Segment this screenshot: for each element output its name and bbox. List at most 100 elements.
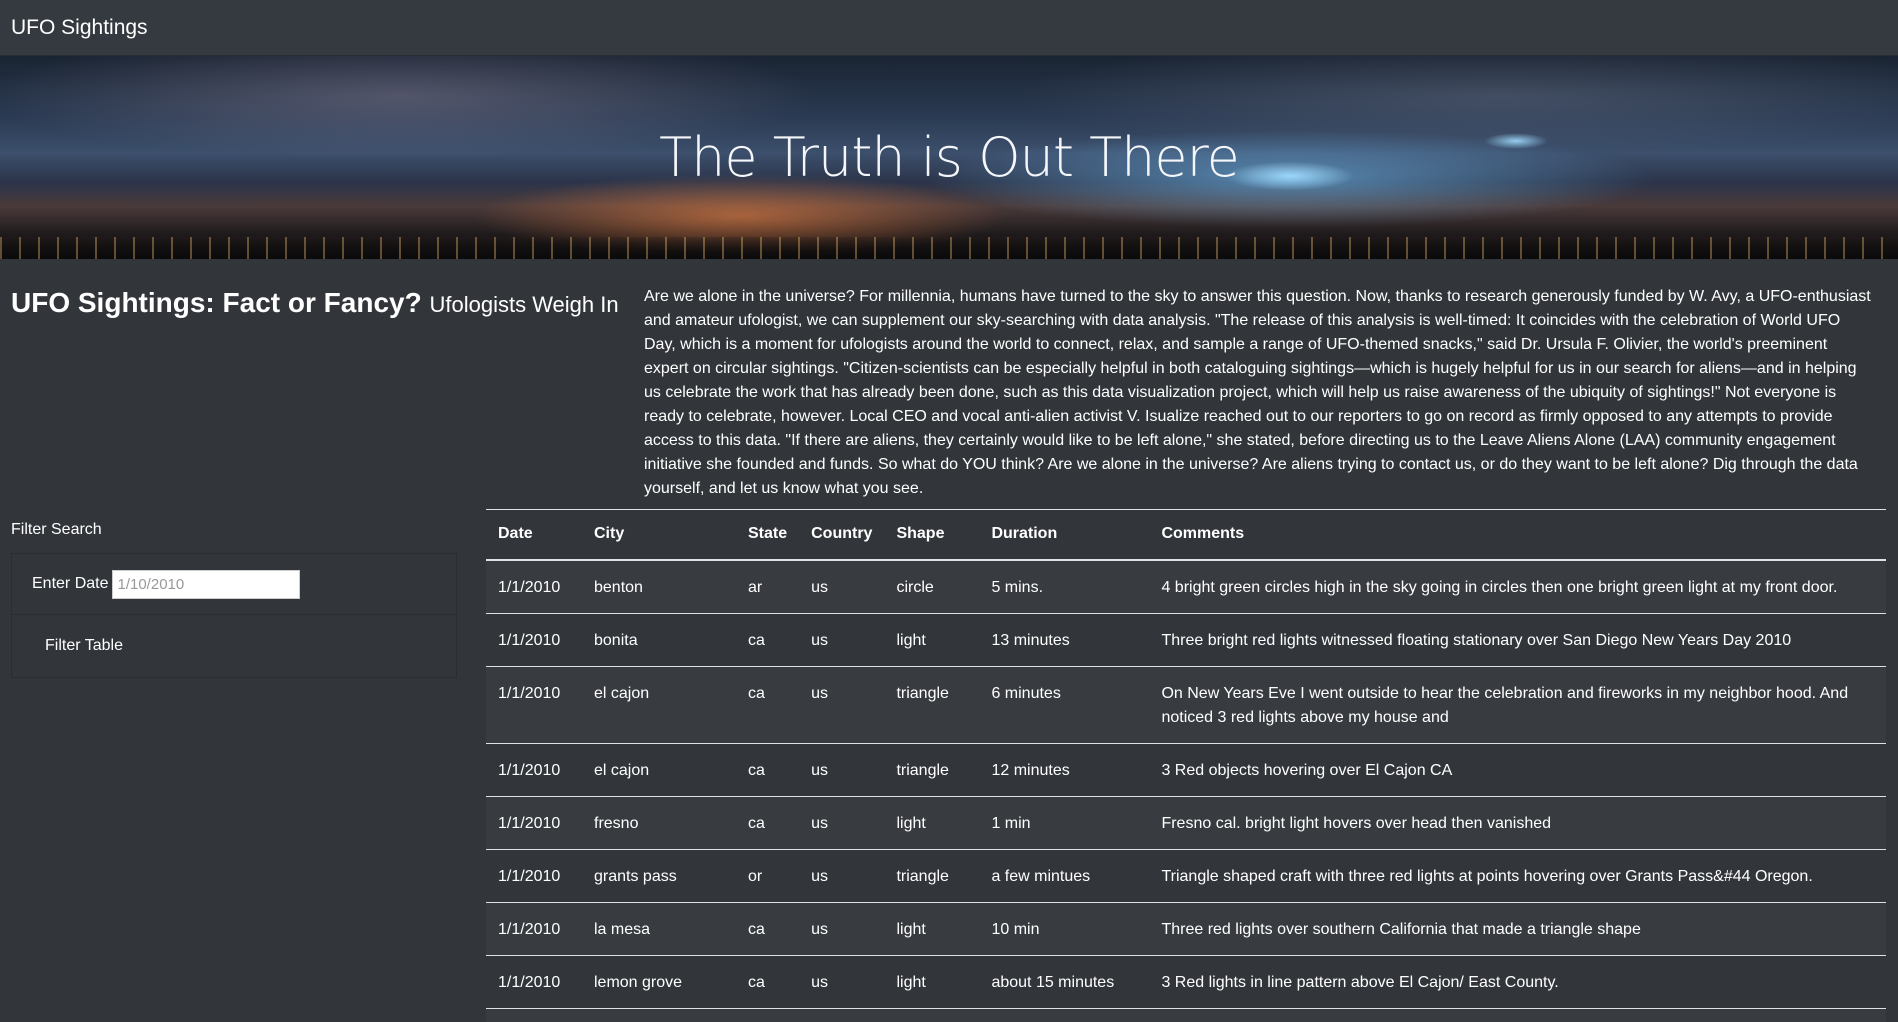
cell-comments: Three red lights over southern Californi…: [1149, 902, 1886, 956]
cell-country: us: [799, 1008, 885, 1022]
column-header-country: Country: [799, 509, 885, 561]
cell-comments: 3 Red lights in line pattern above El Ca…: [1149, 955, 1886, 1009]
cell-date: 1/1/2010: [486, 743, 582, 797]
cell-date: 1/1/2010: [486, 613, 582, 667]
cell-city: benton: [582, 559, 736, 614]
cell-country: us: [799, 955, 885, 1009]
cell-comments: Triangle shaped craft with three red lig…: [1149, 849, 1886, 903]
cell-duration: 3 minutes: [979, 1008, 1150, 1022]
cell-city: maricopa: [582, 1008, 736, 1022]
filter-button-row: Filter Table: [12, 615, 456, 677]
cell-country: us: [799, 559, 885, 614]
cell-comments: 3 Red objects hovering over El Cajon CA: [1149, 743, 1886, 797]
column-header-city: City: [582, 509, 736, 561]
intro-subtitle: Ufologists Weigh In: [429, 292, 619, 317]
cell-country: us: [799, 849, 885, 903]
filter-panel: Enter Date Filter Table: [11, 553, 457, 678]
cell-date: 1/1/2010: [486, 1008, 582, 1022]
cell-state: az: [736, 1008, 800, 1022]
table-row: 1/1/2010 bonita ca us light 13 minutes Three b…: [486, 613, 1886, 667]
cell-state: ca: [736, 796, 800, 850]
cell-date: 1/1/2010: [486, 849, 582, 903]
cell-date: 1/1/2010: [486, 666, 582, 744]
date-filter-label: Enter Date: [32, 575, 109, 592]
table-row: 1/1/2010 el cajon ca us triangle 6 minutes On …: [486, 666, 1886, 744]
cell-duration: 10 min: [979, 902, 1150, 956]
cell-comments: 4 bright green circles high in the sky g…: [1149, 559, 1886, 614]
column-header-duration: Duration: [979, 509, 1150, 561]
cell-city: bonita: [582, 613, 736, 667]
column-header-state: State: [736, 509, 800, 561]
column-header-shape: Shape: [884, 509, 980, 561]
table-row: 1/1/2010 fresno ca us light 1 min Fresno cal. …: [486, 796, 1886, 850]
intro-heading: UFO Sightings: Fact or Fancy? Ufologists…: [11, 285, 644, 509]
cell-state: ar: [736, 559, 800, 614]
ufo-table-header: Date City State Country Shape Duration C…: [486, 509, 1886, 561]
navbar: UFO Sightings: [0, 0, 1898, 56]
intro-title: UFO Sightings: Fact or Fancy?: [11, 287, 422, 318]
data-section: Filter Search Enter Date Filter Table Da…: [0, 509, 1898, 1022]
table-row: 1/1/2010maricopaazusunknown3 minutesOne …: [486, 1008, 1886, 1022]
filter-table-button[interactable]: Filter Table: [45, 637, 123, 655]
date-filter-input[interactable]: [112, 569, 301, 599]
cell-duration: 1 min: [979, 796, 1150, 850]
column-header-comments: Comments: [1149, 509, 1886, 561]
cell-state: ca: [736, 666, 800, 744]
cell-country: us: [799, 613, 885, 667]
intro-article: Are we alone in the universe? For millen…: [644, 288, 1871, 497]
hero-banner: The Truth is Out There: [0, 56, 1898, 259]
cell-shape: triangle: [884, 666, 980, 744]
table-row: 1/1/2010 el cajon ca us triangle 12 minutes 3 …: [486, 743, 1886, 797]
cell-date: 1/1/2010: [486, 796, 582, 850]
cell-city: el cajon: [582, 666, 736, 744]
table-row: 1/1/2010 benton ar us circle 5 mins. 4 bright …: [486, 559, 1886, 614]
cell-date: 1/1/2010: [486, 902, 582, 956]
cell-city: la mesa: [582, 902, 736, 956]
cell-duration: a few mintues: [979, 849, 1150, 903]
ufo-table-body: 1/1/2010 benton ar us circle 5 mins. 4 bright …: [486, 559, 1886, 1022]
cell-comments: Three bright red lights witnessed floati…: [1149, 613, 1886, 667]
cell-date: 1/1/2010: [486, 559, 582, 614]
table-row: 1/1/2010 la mesa ca us light 10 min Three red …: [486, 902, 1886, 956]
cell-country: us: [799, 902, 885, 956]
cell-state: ca: [736, 743, 800, 797]
cell-shape: triangle: [884, 743, 980, 797]
intro-section: UFO Sightings: Fact or Fancy? Ufologists…: [0, 259, 1898, 509]
cell-country: us: [799, 743, 885, 797]
cell-comments: Fresno cal. bright light hovers over hea…: [1149, 796, 1886, 850]
table-row: 1/1/2010 grants pass or us triangle a few min…: [486, 849, 1886, 903]
cell-state: or: [736, 849, 800, 903]
cell-country: us: [799, 666, 885, 744]
cell-city: lemon grove: [582, 955, 736, 1009]
cell-duration: about 15 minutes: [979, 955, 1150, 1009]
navbar-brand-link[interactable]: UFO Sightings: [11, 16, 148, 40]
cell-shape: light: [884, 613, 980, 667]
cell-duration: 12 minutes: [979, 743, 1150, 797]
cell-country: us: [799, 796, 885, 850]
cell-city: grants pass: [582, 849, 736, 903]
cell-shape: light: [884, 796, 980, 850]
cell-date: 1/1/2010: [486, 955, 582, 1009]
filter-heading: Filter Search: [11, 521, 102, 538]
filter-sidebar: Filter Search Enter Date Filter Table: [11, 509, 486, 1022]
cell-comments: One huge UFO or three seperate ones: [1149, 1008, 1886, 1022]
cell-shape: light: [884, 902, 980, 956]
ufo-table-header-row: Date City State Country Shape Duration C…: [486, 509, 1886, 561]
cell-city: el cajon: [582, 743, 736, 797]
cell-city: fresno: [582, 796, 736, 850]
cell-shape: triangle: [884, 849, 980, 903]
cell-shape: circle: [884, 559, 980, 614]
date-filter-row: Enter Date: [12, 554, 456, 615]
cell-duration: 13 minutes: [979, 613, 1150, 667]
cell-comments: On New Years Eve I went outside to hear …: [1149, 666, 1886, 744]
cell-state: ca: [736, 613, 800, 667]
cell-shape: unknown: [884, 1008, 980, 1022]
cell-duration: 5 mins.: [979, 559, 1150, 614]
cell-duration: 6 minutes: [979, 666, 1150, 744]
cell-state: ca: [736, 955, 800, 1009]
ufo-table: Date City State Country Shape Duration C…: [486, 509, 1886, 1022]
cell-shape: light: [884, 955, 980, 1009]
hero-city-lights: [0, 237, 1898, 259]
table-row: 1/1/2010 lemon grove ca us light about 15 min…: [486, 955, 1886, 1009]
hero-title: The Truth is Out There: [659, 126, 1240, 189]
